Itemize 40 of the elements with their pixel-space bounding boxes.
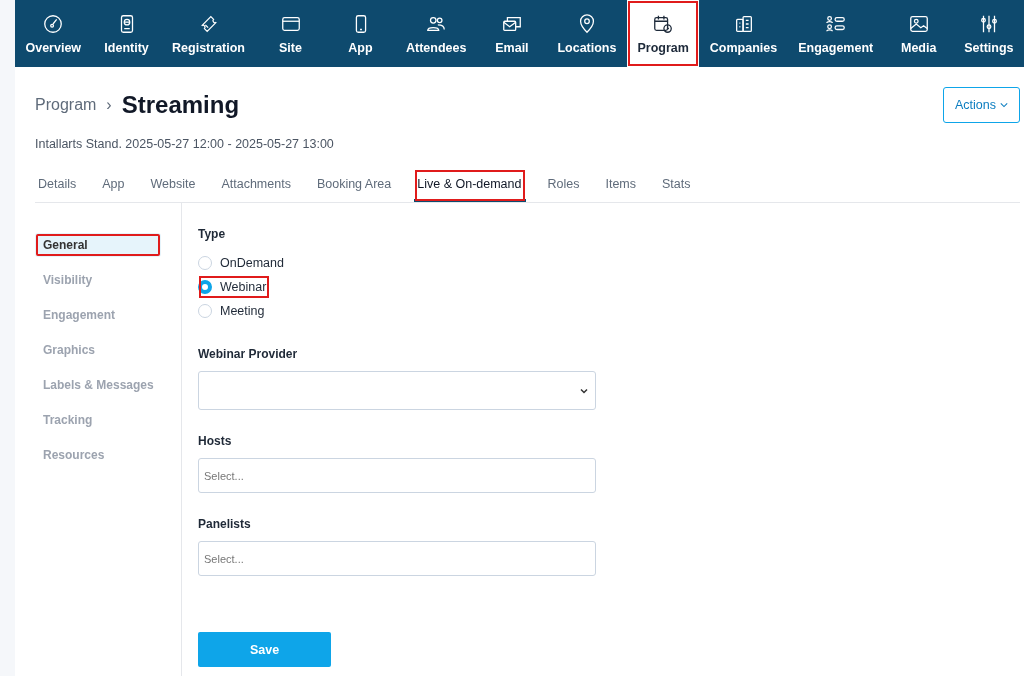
nav-item[interactable]: Program [626, 0, 700, 67]
tab[interactable]: Attachments [218, 169, 296, 202]
nav-item[interactable]: Site [255, 0, 326, 67]
radio-option[interactable]: Webinar [198, 275, 271, 299]
chevron-down-icon [1000, 101, 1008, 109]
field-label: Webinar Provider [198, 347, 299, 361]
nav-item[interactable]: App [325, 0, 396, 67]
gauge-icon [42, 12, 65, 35]
breadcrumb-link[interactable]: Program [35, 96, 97, 114]
nav-item[interactable]: Email [476, 0, 547, 67]
tab[interactable]: Roles [544, 169, 585, 202]
radio-option[interactable]: OnDemand [198, 251, 288, 275]
tab[interactable]: Website [147, 169, 201, 202]
actions-button[interactable]: Actions [943, 87, 1020, 123]
tab[interactable]: Booking Area [313, 169, 397, 202]
tab[interactable]: App [99, 169, 130, 202]
tab[interactable]: Live & On-demand [414, 169, 527, 202]
side-menu-item[interactable]: General [35, 233, 161, 257]
nav-item[interactable]: Identity [91, 0, 162, 67]
field-label: Hosts [198, 434, 233, 448]
nav-item[interactable]: Companies [699, 0, 788, 67]
nav-item[interactable]: Settings [953, 0, 1024, 67]
select-field[interactable]: Select... [198, 541, 596, 576]
tab[interactable]: Stats [659, 169, 696, 202]
field-label: Panelists [198, 517, 252, 531]
nav-item[interactable]: Locations [546, 0, 627, 67]
nav-item[interactable]: Media [883, 0, 954, 67]
field-label: Type [198, 227, 227, 241]
session-subtitle: Intallarts Stand. 2025-05-27 12:00 - 2025-05-27 13:00 [35, 137, 335, 151]
select-field[interactable]: Select... [198, 458, 596, 493]
nav-item[interactable]: Engagement [787, 0, 884, 67]
nav-item[interactable]: Overview [15, 0, 92, 67]
radio-option[interactable]: Meeting [198, 299, 269, 323]
page-title: Streaming [121, 91, 240, 119]
nav-item[interactable]: Attendees [395, 0, 477, 67]
breadcrumb-separator: › [106, 96, 112, 114]
tab[interactable]: Details [35, 169, 82, 202]
select-field[interactable] [198, 371, 596, 410]
nav-item[interactable]: Registration [161, 0, 256, 67]
tab[interactable]: Items [602, 169, 641, 202]
